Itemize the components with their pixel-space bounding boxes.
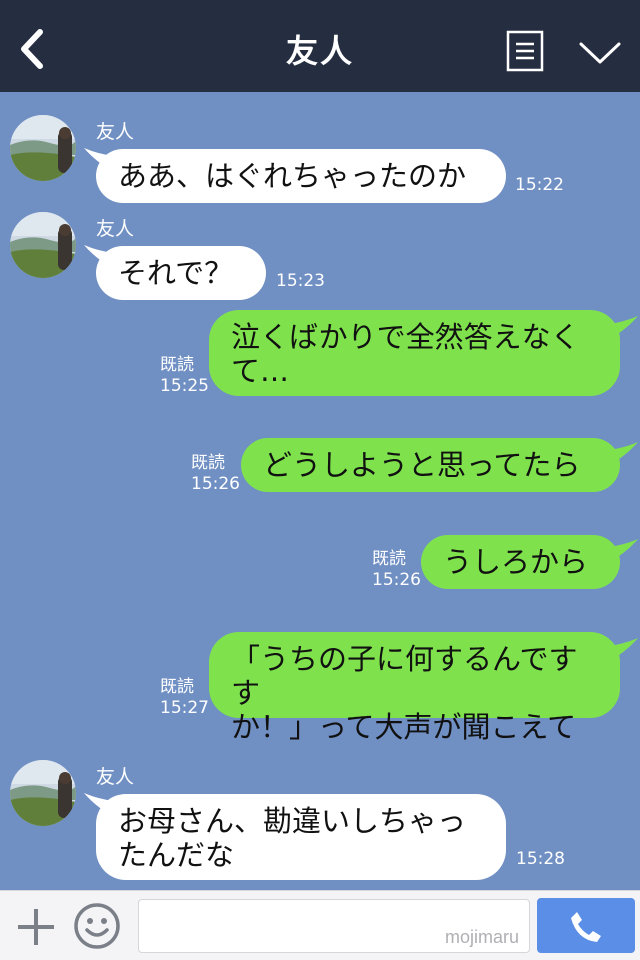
outgoing-message: うしろから <box>421 535 620 589</box>
plus-icon[interactable] <box>14 905 58 949</box>
bubble-tail <box>608 316 638 340</box>
message-line: て… <box>231 354 290 388</box>
bubble-tail <box>608 638 638 662</box>
input-bar: mojimaru <box>0 890 640 960</box>
bubble-tail <box>608 442 638 466</box>
message-time: 15:26 <box>372 570 421 590</box>
message-line: 「うちの子に何するんですす <box>231 642 578 710</box>
call-button[interactable] <box>537 898 635 953</box>
menu-icon[interactable] <box>506 30 544 72</box>
message-text: うしろから <box>443 545 589 579</box>
sender-name: 友人 <box>96 218 135 240</box>
chat-title: 友人 <box>285 32 354 70</box>
read-receipt: 既読 <box>372 549 406 569</box>
message-text: それで？ <box>118 256 234 290</box>
message-meta: 既読 15:26 <box>372 549 421 591</box>
avatar[interactable] <box>10 115 76 181</box>
sender-name: 友人 <box>96 766 135 788</box>
watermark: mojimaru <box>444 927 519 947</box>
incoming-message: ああ、はぐれちゃったのか <box>96 149 506 203</box>
message-input[interactable]: mojimaru <box>138 899 530 953</box>
message-time: 15:25 <box>160 376 209 396</box>
message-meta: 既読 15:25 <box>160 355 209 397</box>
message-line: お母さん、勘違いしちゃっ <box>118 804 467 838</box>
message-line: か！」って大声が聞こえて <box>231 710 577 744</box>
incoming-message: お母さん、勘違いしちゃっ たんだな <box>96 794 506 880</box>
message-list[interactable]: 友人 ああ、はぐれちゃったのか 15:22 友人 それで？ 15:23 既読 1… <box>0 92 640 890</box>
message-meta: 既読 15:26 <box>191 453 240 495</box>
read-receipt: 既読 <box>160 677 194 697</box>
message-line: たんだな <box>118 838 235 872</box>
read-receipt: 既読 <box>191 453 225 473</box>
message-meta: 既読 15:27 <box>160 677 209 719</box>
sender-name: 友人 <box>96 121 135 143</box>
phone-icon <box>571 912 601 942</box>
message-time: 15:28 <box>516 849 565 869</box>
chevron-down-icon[interactable] <box>578 38 622 68</box>
message-text: どうしようと思ってたら <box>263 448 581 482</box>
chat-header: 友人 <box>0 0 640 92</box>
bubble-tail <box>608 539 638 563</box>
avatar[interactable] <box>10 760 76 826</box>
smile-icon[interactable] <box>72 901 122 951</box>
message-text: ああ、はぐれちゃったのか <box>118 159 467 193</box>
outgoing-message: 「うちの子に何するんですす か！」って大声が聞こえて <box>209 632 620 744</box>
message-time: 15:22 <box>515 175 564 195</box>
message-time: 15:27 <box>160 698 209 718</box>
outgoing-message: 泣くばかりで全然答えなく て… <box>209 310 620 396</box>
message-time: 15:23 <box>276 271 325 291</box>
outgoing-message: どうしようと思ってたら <box>241 438 620 492</box>
read-receipt: 既読 <box>160 355 194 375</box>
message-time: 15:26 <box>191 474 240 494</box>
avatar[interactable] <box>10 212 76 278</box>
message-line: 泣くばかりで全然答えなく <box>231 320 580 354</box>
incoming-message: それで？ <box>96 246 266 300</box>
